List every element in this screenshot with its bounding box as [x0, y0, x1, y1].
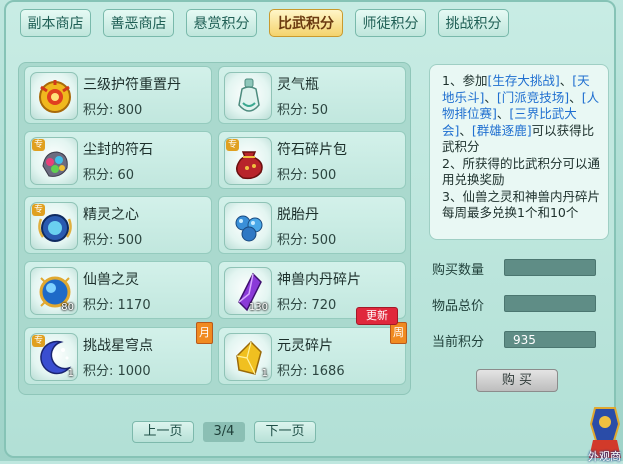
next-page-button[interactable]: 下一页	[254, 421, 316, 443]
item-name: 精灵之心	[83, 207, 139, 223]
item-quantity: 1	[67, 368, 74, 379]
item-points: 积分: 500	[277, 168, 337, 183]
weekly-limit-tag: 周	[390, 322, 407, 344]
spirit-heart-icon: 专	[30, 202, 78, 250]
blue-pills-icon	[224, 202, 272, 250]
info-line-3: 3、仙兽之灵和神兽内丹碎片每周最多兑换1个和10个	[442, 188, 600, 221]
vase-icon	[224, 72, 272, 120]
item-card[interactable]: 专 尘封的符石 积分: 60	[24, 131, 212, 189]
item-points: 积分: 500	[277, 233, 337, 248]
item-name: 元灵碎片	[277, 338, 333, 354]
current-points-value: 935	[513, 333, 536, 347]
item-name: 挑战星穹点	[83, 338, 153, 354]
appearance-shop-label: 外观商	[588, 450, 621, 463]
item-points: 积分: 1000	[83, 364, 151, 379]
item-name: 脱胎丹	[277, 207, 319, 223]
buy-button[interactable]: 购 买	[476, 369, 558, 392]
item-card[interactable]: 专 符石碎片包 积分: 500	[218, 131, 406, 189]
current-points-label: 当前积分	[432, 335, 485, 350]
red-bag-icon: 专	[224, 137, 272, 185]
info-line-2: 2、所获得的比武积分可以通用兑换奖励	[442, 155, 600, 188]
blue-orb-icon: 80	[30, 267, 78, 315]
item-points: 积分: 720	[277, 298, 337, 313]
tab-mentor-points[interactable]: 师徒积分	[355, 9, 426, 37]
item-name: 符石碎片包	[277, 142, 347, 158]
tab-dungeon-shop[interactable]: 副本商店	[20, 9, 91, 37]
exclusive-tag: 专	[32, 335, 46, 347]
current-points-field: 935	[504, 331, 596, 348]
item-card[interactable]: 1 元灵碎片 积分: 1686 周	[218, 322, 407, 385]
item-card[interactable]: 灵气瓶 积分: 50	[218, 66, 406, 124]
item-points: 积分: 60	[83, 168, 135, 183]
activity-link[interactable]: [群雄逐鹿]	[472, 123, 532, 138]
prev-page-button[interactable]: 上一页	[132, 421, 194, 443]
item-quantity: 80	[61, 302, 74, 313]
item-card[interactable]: 专 1 挑战星穹点 积分: 1000 月	[24, 322, 213, 385]
activity-link[interactable]: [门派竞技场]	[497, 90, 569, 105]
page-indicator: 3/4	[203, 422, 245, 442]
item-name: 三级护符重置丹	[83, 77, 181, 93]
item-name: 灵气瓶	[277, 77, 319, 93]
item-points: 积分: 500	[83, 233, 143, 248]
exclusive-tag: 专	[32, 139, 46, 151]
purple-crystal-icon: 130	[224, 267, 272, 315]
item-points: 积分: 1170	[83, 298, 151, 313]
activity-link[interactable]: [生存大挑战]	[487, 73, 559, 88]
gold-shard-icon: 1	[224, 333, 272, 381]
shop-window: 副本商店 善恶商店 悬赏积分 比武积分 师徒积分 挑战积分 三级护符重置丹 积分…	[4, 0, 616, 458]
item-name: 神兽内丹碎片	[277, 272, 361, 288]
info-line-1: 1、参加[生存大挑战]、[天地乐斗]、[门派竞技场]、[人物排位赛]、[三界比武…	[442, 73, 600, 154]
item-points: 积分: 50	[277, 103, 329, 118]
item-card[interactable]: 专 精灵之心 积分: 500	[24, 196, 212, 254]
gem-stone-icon: 专	[30, 137, 78, 185]
total-price-field	[504, 295, 596, 312]
exclusive-tag: 专	[226, 139, 240, 151]
total-price-label: 物品总价	[432, 299, 485, 314]
exclusive-tag: 专	[32, 204, 46, 216]
monthly-limit-tag: 月	[196, 322, 213, 344]
tab-challenge-points[interactable]: 挑战积分	[438, 9, 509, 37]
info-panel: 1、参加[生存大挑战]、[天地乐斗]、[门派竞技场]、[人物排位赛]、[三界比武…	[429, 64, 609, 240]
quantity-label: 购买数量	[432, 263, 485, 278]
quantity-input[interactable]	[504, 259, 596, 276]
item-name: 仙兽之灵	[83, 272, 139, 288]
item-card[interactable]: 三级护符重置丹 积分: 800	[24, 66, 212, 124]
item-grid: 三级护符重置丹 积分: 800 灵气瓶 积分: 50 专 尘封的符石 积分: 6…	[18, 62, 411, 395]
item-card[interactable]: 80 仙兽之灵 积分: 1170	[24, 261, 212, 319]
item-points: 积分: 800	[83, 103, 143, 118]
tab-arena-points[interactable]: 比武积分	[269, 9, 343, 37]
item-points: 积分: 1686	[277, 364, 345, 379]
item-quantity: 1	[261, 368, 268, 379]
crescent-moon-icon: 专 1	[30, 333, 78, 381]
new-badge: 更新	[356, 307, 398, 325]
item-name: 尘封的符石	[83, 142, 153, 158]
item-quantity: 130	[248, 302, 268, 313]
tab-bounty-points[interactable]: 悬赏积分	[186, 9, 257, 37]
item-card[interactable]: 脱胎丹 积分: 500	[218, 196, 406, 254]
tab-karma-shop[interactable]: 善恶商店	[103, 9, 174, 37]
gold-charm-icon	[30, 72, 78, 120]
